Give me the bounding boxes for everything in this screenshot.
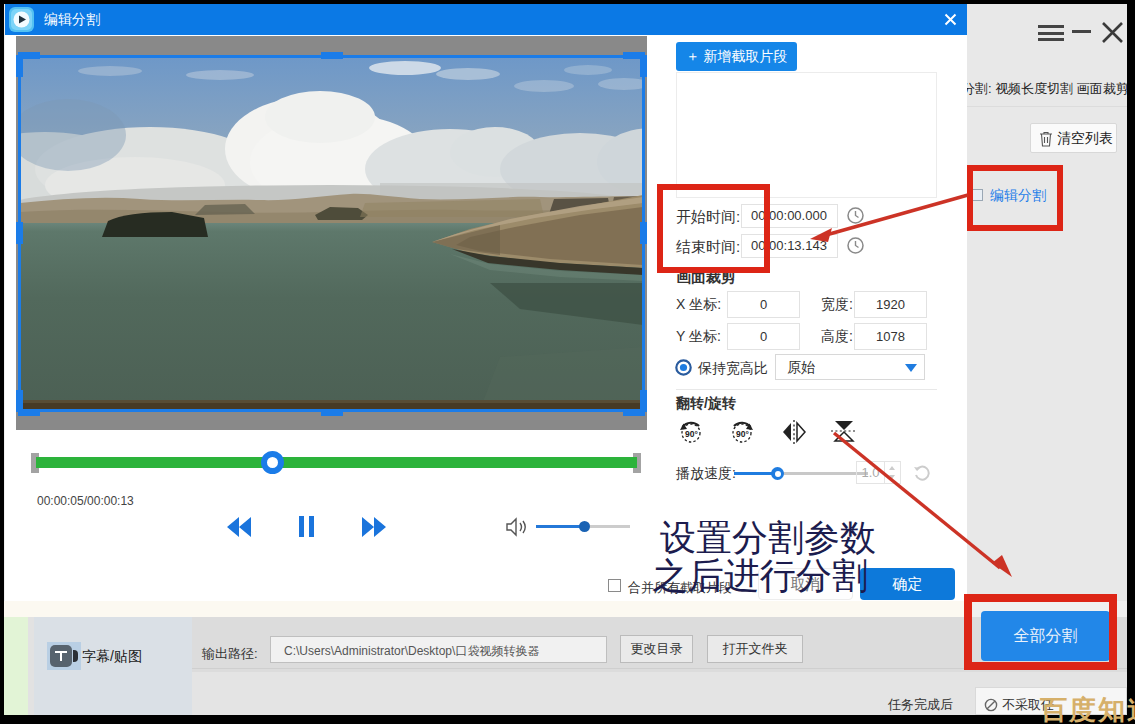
- svg-text:90°: 90°: [685, 429, 698, 439]
- svg-text:90°: 90°: [736, 429, 749, 439]
